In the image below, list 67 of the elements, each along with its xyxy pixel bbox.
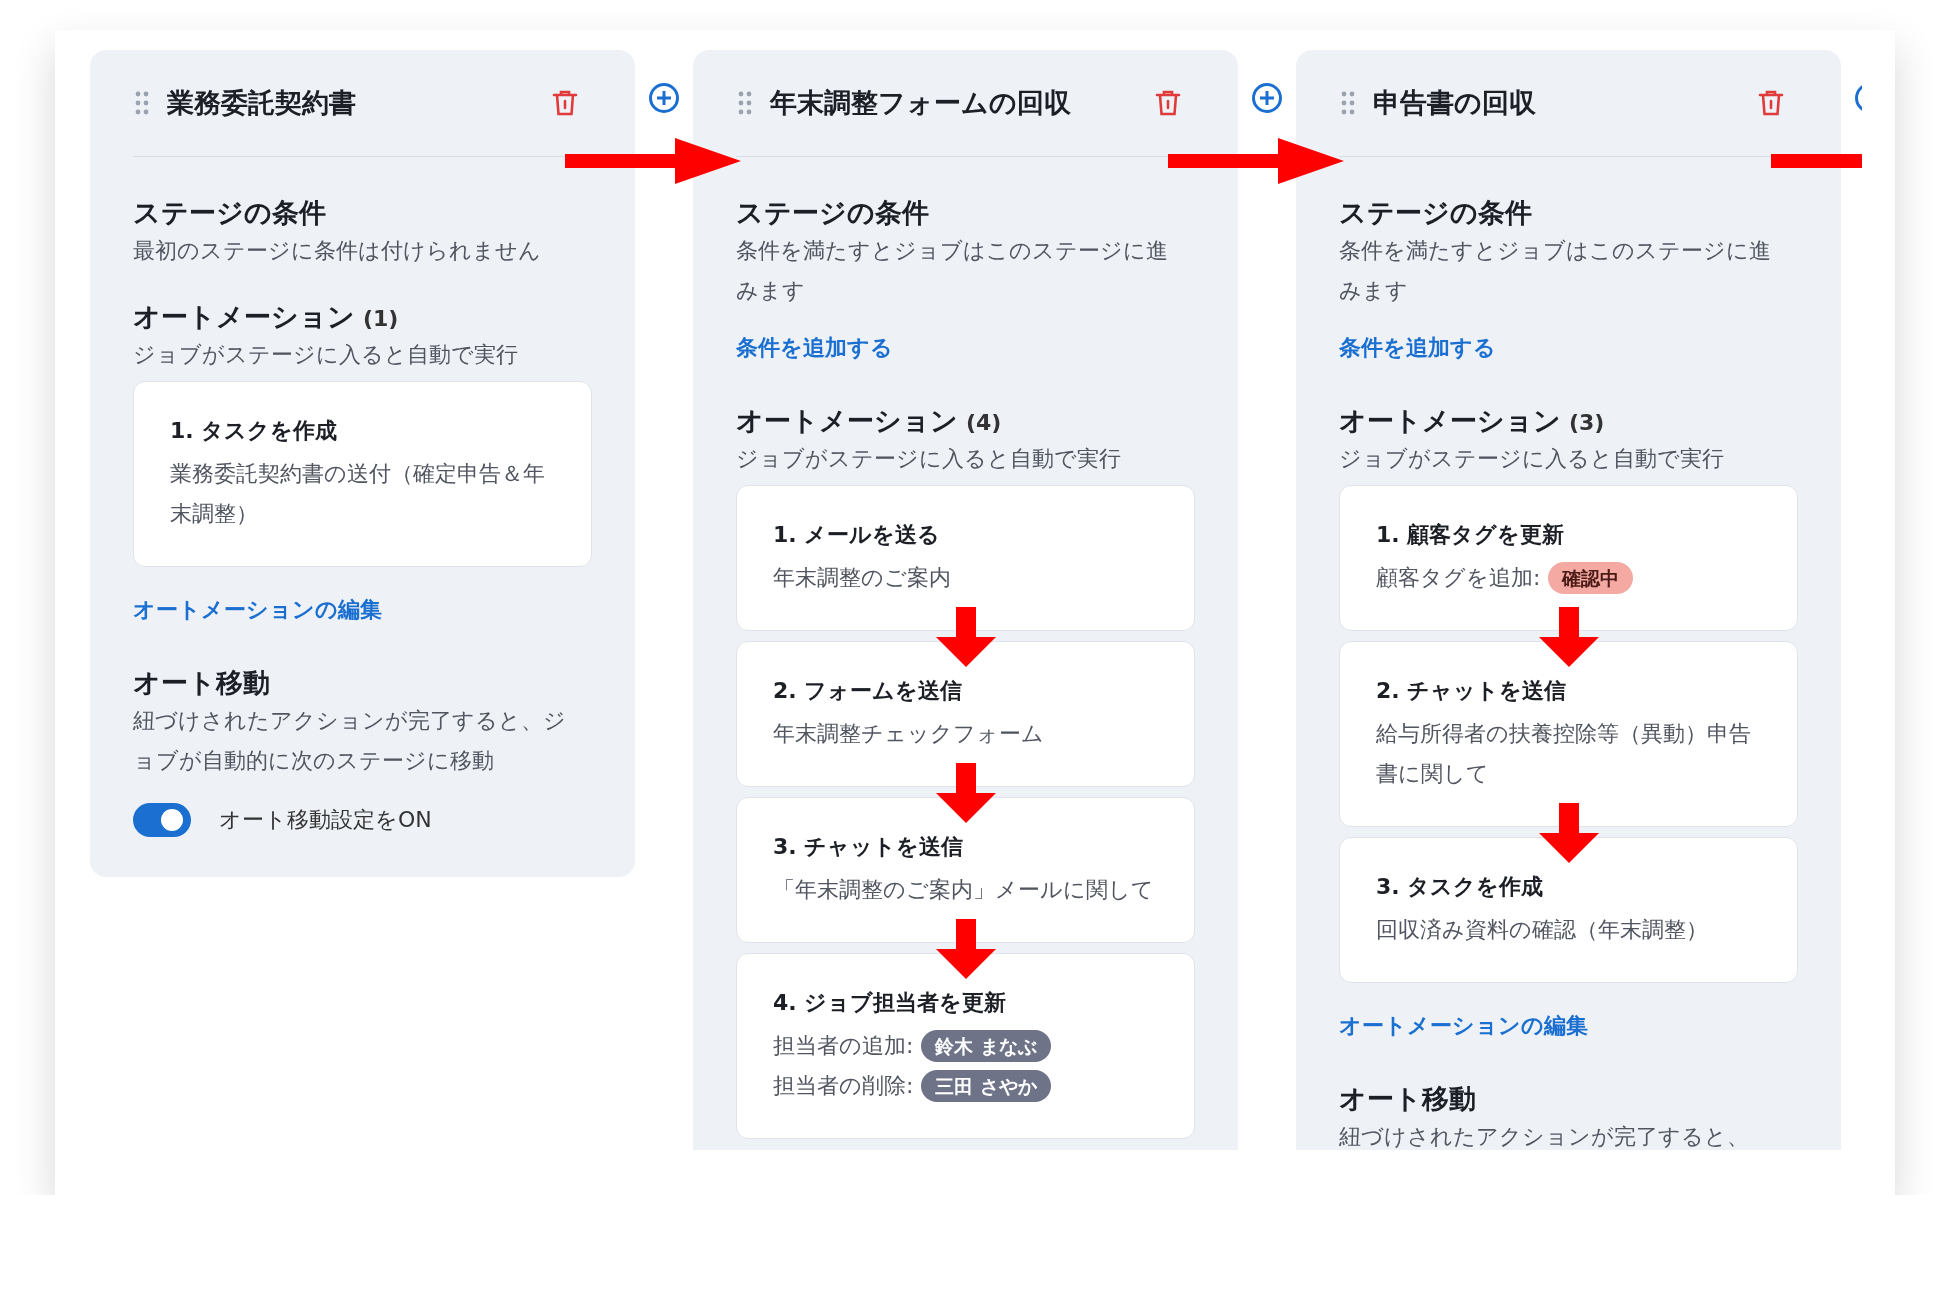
delete-button[interactable] bbox=[552, 89, 578, 117]
tag: 三田 さやか bbox=[921, 1070, 1052, 1102]
arrow-drawing bbox=[935, 919, 996, 979]
action-detail: 顧客タグを追加: bbox=[1376, 564, 1541, 592]
trash-icon bbox=[552, 89, 578, 117]
action-title: 2. フォームを送信 bbox=[773, 677, 964, 705]
trash-icon bbox=[1758, 89, 1784, 117]
action-detail: 業務委託契約書の送付（確定申告＆年末調整） bbox=[170, 460, 546, 528]
action-detail: 年末調整チェックフォーム bbox=[773, 720, 1044, 748]
section-description: ジョブがステージに入ると自動で実行 bbox=[133, 341, 519, 369]
toggle-label: オート移動設定をON bbox=[219, 806, 432, 834]
toggle-switch[interactable] bbox=[133, 803, 191, 837]
arrow-drawing bbox=[935, 607, 996, 667]
automation-card[interactable]: 3. タスクを作成 回収済み資料の確認（年末調整） bbox=[1339, 837, 1798, 983]
delete-button[interactable] bbox=[1758, 89, 1784, 117]
automation-card[interactable]: 2. チャットを送信 給与所得者の扶養控除等（異動）申告書に関して bbox=[1339, 641, 1798, 827]
section-heading: オート移動 bbox=[133, 666, 271, 700]
tag: 確認中 bbox=[1548, 562, 1634, 594]
automation-card[interactable]: 1. メールを送る 年末調整のご案内 bbox=[736, 485, 1195, 631]
action-title: 2. チャットを送信 bbox=[1376, 677, 1568, 705]
automation-card[interactable]: 2. フォームを送信 年末調整チェックフォーム bbox=[736, 641, 1195, 787]
section-heading: オートメーション (3) bbox=[1339, 404, 1606, 438]
stage-title: 年末調整フォームの回収 bbox=[770, 86, 1072, 120]
section-heading: ステージの条件 bbox=[736, 196, 930, 230]
section-heading: オート移動 bbox=[1339, 1082, 1477, 1116]
edit-automation-link[interactable]: オートメーションの編集 bbox=[133, 595, 592, 625]
arrow-drawing bbox=[935, 763, 996, 823]
trash-icon bbox=[1155, 89, 1181, 117]
automation-card[interactable]: 3. チャットを送信 「年末調整のご案内」メールに関して bbox=[736, 797, 1195, 943]
add-condition-link[interactable]: 条件を追加する bbox=[736, 333, 1195, 363]
section-description: 最初のステージに条件は付けられません bbox=[133, 237, 542, 265]
automation-card[interactable]: 1. タスクを作成 業務委託契約書の送付（確定申告＆年末調整） bbox=[133, 381, 592, 567]
automation-card[interactable]: 1. 顧客タグを更新 顧客タグを追加: 確認中 bbox=[1339, 485, 1798, 631]
section-description: 条件を満たすとジョブはこのステージに進みます bbox=[736, 237, 1169, 305]
action-detail: 担当者の追加: bbox=[773, 1032, 914, 1060]
stage-title: 申告書の回収 bbox=[1373, 86, 1537, 120]
action-title: 3. チャットを送信 bbox=[773, 833, 965, 861]
section-heading: オートメーション (1) bbox=[133, 300, 400, 334]
section-heading: ステージの条件 bbox=[133, 196, 327, 230]
action-title: 3. タスクを作成 bbox=[1376, 873, 1545, 901]
edit-automation-link[interactable]: オートメーションの編集 bbox=[1339, 1011, 1798, 1041]
action-title: 1. メールを送る bbox=[773, 521, 942, 549]
section-heading: ステージの条件 bbox=[1339, 196, 1533, 230]
action-title: 1. タスクを作成 bbox=[170, 417, 339, 445]
section-description: 紐づけされたアクションが完了すると、 bbox=[1339, 1123, 1750, 1150]
automation-card[interactable]: 4. ジョブ担当者を更新 担当者の追加: 鈴木 まなぶ 担当者の削除: 三田 さやか bbox=[736, 953, 1195, 1139]
action-detail: 年末調整のご案内 bbox=[773, 564, 951, 592]
action-detail: 回収済み資料の確認（年末調整） bbox=[1376, 916, 1708, 944]
section-description: ジョブがステージに入ると自動で実行 bbox=[1339, 445, 1725, 473]
section-heading: オートメーション (4) bbox=[736, 404, 1003, 438]
drag-handle-icon[interactable] bbox=[135, 91, 149, 115]
section-description: ジョブがステージに入ると自動で実行 bbox=[736, 445, 1122, 473]
delete-button[interactable] bbox=[1155, 89, 1181, 117]
arrow-drawing bbox=[1538, 607, 1599, 667]
action-detail: 「年末調整のご案内」メールに関して bbox=[773, 876, 1154, 904]
tag: 鈴木 まなぶ bbox=[921, 1030, 1052, 1062]
action-title: 4. ジョブ担当者を更新 bbox=[773, 989, 1008, 1017]
add-condition-link[interactable]: 条件を追加する bbox=[1339, 333, 1798, 363]
action-detail: 担当者の削除: bbox=[773, 1072, 914, 1100]
section-description: 条件を満たすとジョブはこのステージに進みます bbox=[1339, 237, 1772, 305]
stage-title: 業務委託契約書 bbox=[167, 86, 357, 120]
section-description: 紐づけされたアクションが完了すると、ジョブが自動的に次のステージに移動 bbox=[133, 707, 567, 775]
action-title: 1. 顧客タグを更新 bbox=[1376, 521, 1566, 549]
action-detail: 給与所得者の扶養控除等（異動）申告書に関して bbox=[1376, 720, 1752, 788]
drag-handle-icon[interactable] bbox=[1341, 91, 1355, 115]
arrow-drawing bbox=[1538, 803, 1599, 863]
drag-handle-icon[interactable] bbox=[738, 91, 752, 115]
